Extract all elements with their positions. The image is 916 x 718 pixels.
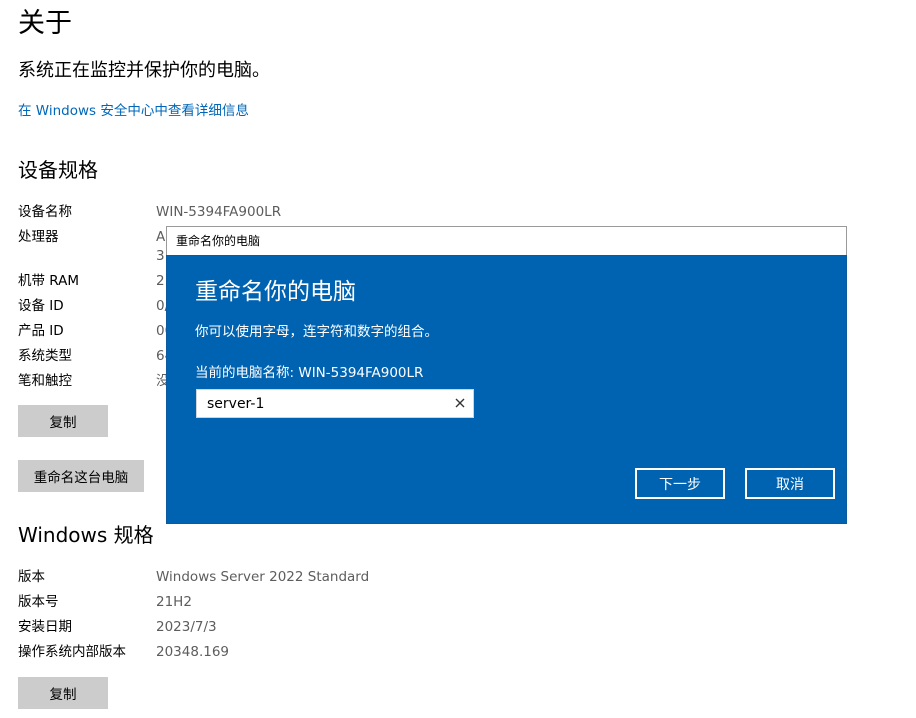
spec-value-device-name: WIN-5394FA900LR	[156, 204, 282, 220]
spec-value-processor: A	[156, 229, 166, 245]
spec-label-product-id: 产品 ID	[18, 323, 64, 339]
spec-label-pen-touch: 笔和触控	[18, 373, 72, 389]
current-pc-name-text: 当前的电脑名称: WIN-5394FA900LR	[195, 365, 424, 381]
spec-label-processor: 处理器	[18, 229, 59, 245]
page-title: 关于	[18, 8, 72, 39]
spec-label-version: 版本号	[18, 594, 59, 610]
settings-about-page: 关于 系统正在监控并保护你的电脑。 在 Windows 安全中心中查看详细信息 …	[0, 0, 916, 718]
spec-label-install-date: 安装日期	[18, 619, 72, 635]
spec-label-edition: 版本	[18, 569, 45, 585]
rename-dialog-window-title: 重命名你的电脑	[176, 234, 261, 248]
spec-value-os-build: 20348.169	[156, 644, 230, 660]
security-center-link[interactable]: 在 Windows 安全中心中查看详细信息	[18, 101, 249, 121]
windows-specs-heading: Windows 规格	[18, 523, 154, 547]
cancel-button[interactable]: 取消	[745, 468, 835, 499]
copy-device-specs-button[interactable]: 复制	[18, 405, 108, 437]
rename-dialog-description: 你可以使用字母，连字符和数字的组合。	[195, 324, 438, 340]
rename-pc-button[interactable]: 重命名这台电脑	[18, 460, 144, 492]
copy-windows-specs-button[interactable]: 复制	[18, 677, 108, 709]
spec-label-system-type: 系统类型	[18, 348, 72, 364]
clear-icon[interactable]	[453, 396, 467, 410]
spec-label-device-id: 设备 ID	[18, 298, 64, 314]
rename-dialog-heading: 重命名你的电脑	[195, 279, 356, 305]
new-pc-name-input[interactable]	[197, 390, 457, 417]
rename-dialog: 重命名你的电脑 你可以使用字母，连字符和数字的组合。 当前的电脑名称: WIN-…	[166, 255, 847, 524]
spec-label-ram: 机带 RAM	[18, 273, 80, 289]
spec-label-os-build: 操作系统内部版本	[18, 644, 126, 660]
spec-value-edition: Windows Server 2022 Standard	[156, 569, 370, 585]
device-specs-heading: 设备规格	[18, 158, 98, 182]
new-pc-name-field	[196, 389, 474, 418]
next-button[interactable]: 下一步	[635, 468, 725, 499]
spec-value-install-date: 2023/7/3	[156, 619, 217, 635]
security-status-text: 系统正在监控并保护你的电脑。	[18, 60, 270, 81]
spec-value-version: 21H2	[156, 594, 192, 610]
spec-label-device-name: 设备名称	[18, 204, 72, 220]
rename-dialog-titlebar[interactable]: 重命名你的电脑	[166, 226, 847, 255]
